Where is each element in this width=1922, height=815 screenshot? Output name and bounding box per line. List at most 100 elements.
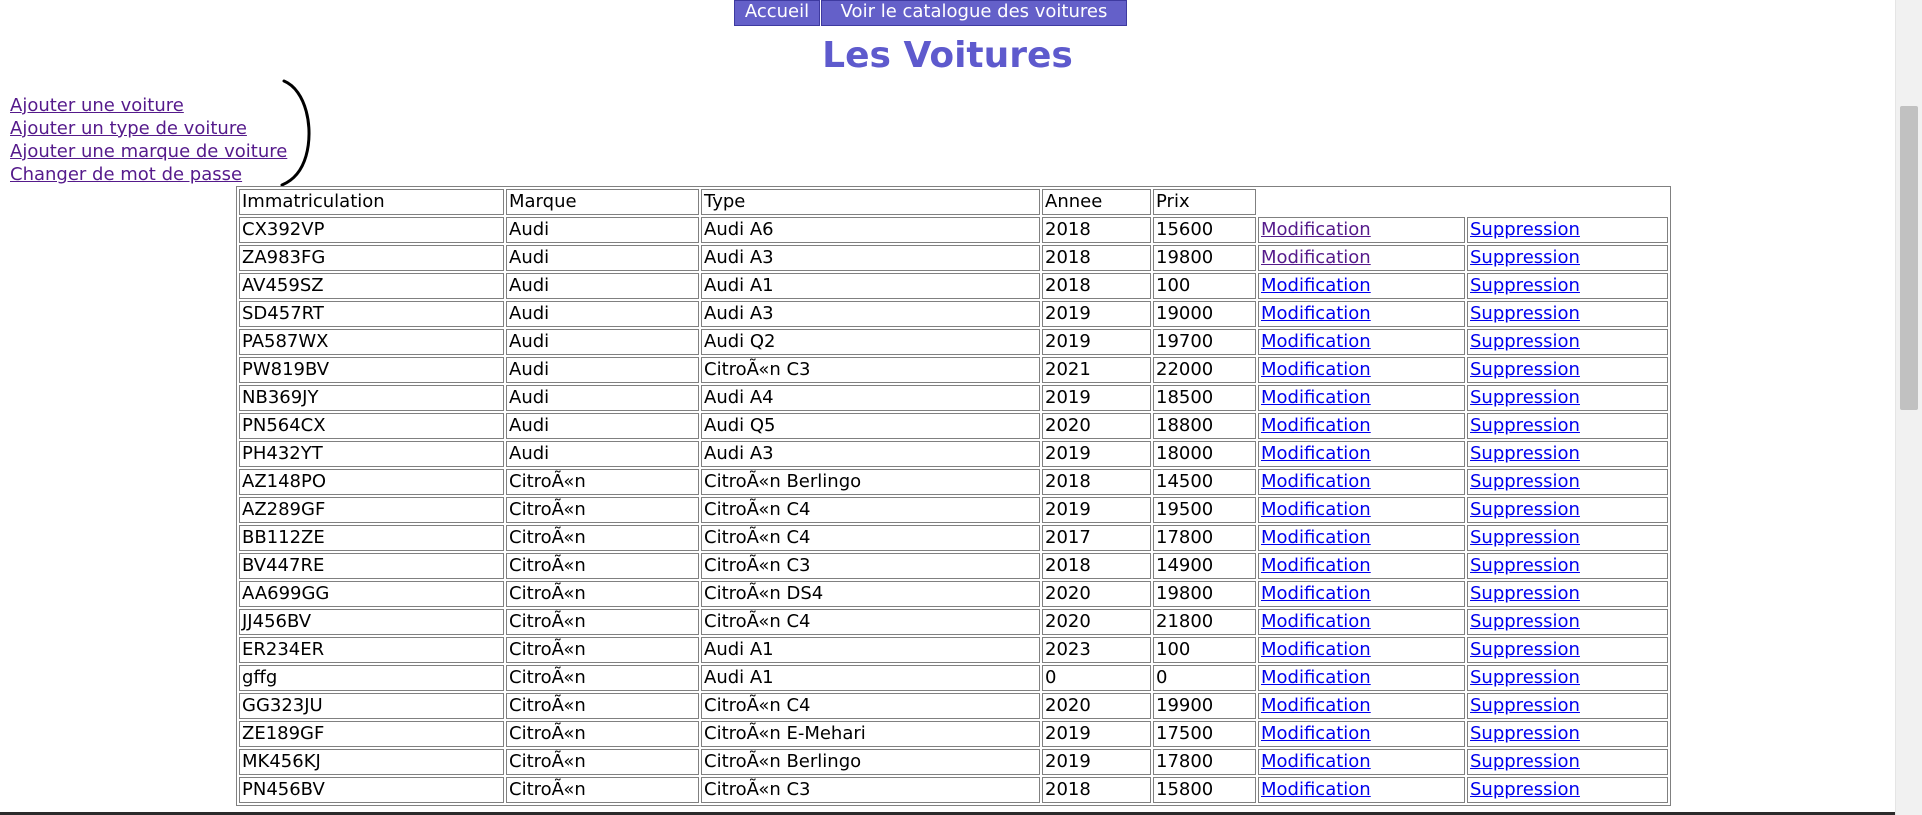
- edit-link[interactable]: Modification: [1261, 667, 1371, 688]
- table-header-row: Immatriculation Marque Type Annee Prix: [239, 189, 1668, 215]
- add-type-link[interactable]: Ajouter un type de voiture: [10, 117, 287, 140]
- edit-link[interactable]: Modification: [1261, 387, 1371, 408]
- delete-link[interactable]: Suppression: [1470, 471, 1580, 492]
- edit-link[interactable]: Modification: [1261, 303, 1371, 324]
- add-car-link[interactable]: Ajouter une voiture: [10, 94, 287, 117]
- delete-link[interactable]: Suppression: [1470, 751, 1580, 772]
- edit-link[interactable]: Modification: [1261, 611, 1371, 632]
- delete-link[interactable]: Suppression: [1470, 499, 1580, 520]
- delete-cell: Suppression: [1467, 553, 1668, 579]
- edit-link[interactable]: Modification: [1261, 723, 1371, 744]
- edit-link[interactable]: Modification: [1261, 275, 1371, 296]
- delete-link[interactable]: Suppression: [1470, 415, 1580, 436]
- table-row: ER234ER CitroÃ«n Audi A1 2023 100 Modificatio…: [239, 637, 1668, 663]
- delete-link[interactable]: Suppression: [1470, 611, 1580, 632]
- edit-link[interactable]: Modification: [1261, 639, 1371, 660]
- plate-cell: ZA983FG: [239, 245, 504, 271]
- delete-link[interactable]: Suppression: [1470, 331, 1580, 352]
- edit-link[interactable]: Modification: [1261, 219, 1371, 240]
- delete-link[interactable]: Suppression: [1470, 527, 1580, 548]
- delete-link[interactable]: Suppression: [1470, 303, 1580, 324]
- edit-link[interactable]: Modification: [1261, 247, 1371, 268]
- plate-cell: gffg: [239, 665, 504, 691]
- table-row: ZA983FG Audi Audi A3 2018 19800 Modification S…: [239, 245, 1668, 271]
- edit-link[interactable]: Modification: [1261, 443, 1371, 464]
- edit-link[interactable]: Modification: [1261, 359, 1371, 380]
- add-brand-link[interactable]: Ajouter une marque de voiture: [10, 140, 287, 163]
- year-cell: 2018: [1042, 777, 1151, 803]
- delete-cell: Suppression: [1467, 665, 1668, 691]
- edit-cell: Modification: [1258, 693, 1465, 719]
- edit-link[interactable]: Modification: [1261, 695, 1371, 716]
- edit-cell: Modification: [1258, 385, 1465, 411]
- edit-cell: Modification: [1258, 245, 1465, 271]
- edit-link[interactable]: Modification: [1261, 527, 1371, 548]
- delete-link[interactable]: Suppression: [1470, 247, 1580, 268]
- price-cell: 18500: [1153, 385, 1256, 411]
- year-cell: 2020: [1042, 693, 1151, 719]
- delete-cell: Suppression: [1467, 693, 1668, 719]
- edit-cell: Modification: [1258, 301, 1465, 327]
- type-cell: CitroÃ«n E-Mehari: [701, 721, 1040, 747]
- type-cell: CitroÃ«n DS4: [701, 581, 1040, 607]
- delete-link[interactable]: Suppression: [1470, 695, 1580, 716]
- edit-link[interactable]: Modification: [1261, 555, 1371, 576]
- plate-cell: BV447RE: [239, 553, 504, 579]
- edit-link[interactable]: Modification: [1261, 751, 1371, 772]
- delete-link[interactable]: Suppression: [1470, 779, 1580, 800]
- delete-link[interactable]: Suppression: [1470, 387, 1580, 408]
- plate-cell: MK456KJ: [239, 749, 504, 775]
- brand-cell: Audi: [506, 329, 699, 355]
- price-cell: 19800: [1153, 581, 1256, 607]
- year-cell: 2018: [1042, 469, 1151, 495]
- price-cell: 14500: [1153, 469, 1256, 495]
- delete-link[interactable]: Suppression: [1470, 583, 1580, 604]
- brand-cell: Audi: [506, 441, 699, 467]
- scrollbar[interactable]: [1895, 0, 1922, 815]
- delete-link[interactable]: Suppression: [1470, 639, 1580, 660]
- price-cell: 17800: [1153, 749, 1256, 775]
- delete-link[interactable]: Suppression: [1470, 359, 1580, 380]
- change-password-link[interactable]: Changer de mot de passe: [10, 163, 287, 186]
- brand-cell: CitroÃ«n: [506, 721, 699, 747]
- table-row: PN456BV CitroÃ«n CitroÃ«n C3 2018 15800 Modif…: [239, 777, 1668, 803]
- price-cell: 22000: [1153, 357, 1256, 383]
- scrollbar-thumb[interactable]: [1900, 106, 1918, 410]
- delete-cell: Suppression: [1467, 329, 1668, 355]
- type-cell: CitroÃ«n C4: [701, 525, 1040, 551]
- header-cell: Annee: [1042, 189, 1151, 215]
- delete-link[interactable]: Suppression: [1470, 443, 1580, 464]
- price-cell: 100: [1153, 273, 1256, 299]
- edit-link[interactable]: Modification: [1261, 779, 1371, 800]
- plate-cell: AV459SZ: [239, 273, 504, 299]
- table-row: gffg CitroÃ«n Audi A1 0 0 Modification Suppres…: [239, 665, 1668, 691]
- price-cell: 18000: [1153, 441, 1256, 467]
- home-button[interactable]: Accueil: [734, 0, 820, 26]
- delete-cell: Suppression: [1467, 469, 1668, 495]
- price-cell: 21800: [1153, 609, 1256, 635]
- delete-cell: Suppression: [1467, 441, 1668, 467]
- delete-link[interactable]: Suppression: [1470, 667, 1580, 688]
- price-cell: 100: [1153, 637, 1256, 663]
- edit-link[interactable]: Modification: [1261, 415, 1371, 436]
- delete-link[interactable]: Suppression: [1470, 275, 1580, 296]
- catalog-button[interactable]: Voir le catalogue des voitures: [821, 0, 1127, 26]
- edit-link[interactable]: Modification: [1261, 583, 1371, 604]
- delete-link[interactable]: Suppression: [1470, 723, 1580, 744]
- brand-cell: CitroÃ«n: [506, 693, 699, 719]
- edit-link[interactable]: Modification: [1261, 499, 1371, 520]
- delete-link[interactable]: Suppression: [1470, 555, 1580, 576]
- price-cell: 19900: [1153, 693, 1256, 719]
- year-cell: 2019: [1042, 329, 1151, 355]
- edit-link[interactable]: Modification: [1261, 331, 1371, 352]
- delete-link[interactable]: Suppression: [1470, 219, 1580, 240]
- delete-cell: Suppression: [1467, 413, 1668, 439]
- edit-link[interactable]: Modification: [1261, 471, 1371, 492]
- brand-cell: CitroÃ«n: [506, 749, 699, 775]
- brand-cell: CitroÃ«n: [506, 469, 699, 495]
- price-cell: 19500: [1153, 497, 1256, 523]
- type-cell: CitroÃ«n Berlingo: [701, 469, 1040, 495]
- header-cell: Type: [701, 189, 1040, 215]
- page: Accueil Voir le catalogue des voitures L…: [0, 0, 1922, 815]
- plate-cell: AZ148PO: [239, 469, 504, 495]
